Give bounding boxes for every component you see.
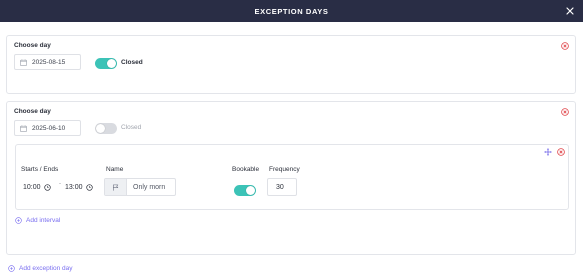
- frequency-input[interactable]: 30: [267, 178, 297, 196]
- flag-addon: [105, 179, 127, 195]
- calendar-icon: [20, 124, 27, 132]
- name-label: Name: [106, 166, 124, 173]
- frequency-label: Frequency: [269, 166, 300, 173]
- remove-interval-icon[interactable]: [557, 148, 565, 156]
- plus-circle-icon: [15, 217, 22, 224]
- exception-day-card: [6, 35, 576, 94]
- time-separator: -: [59, 181, 61, 187]
- remove-circle-icon[interactable]: [561, 108, 569, 116]
- name-value: Only morn: [133, 183, 166, 191]
- plus-circle-icon: [8, 265, 15, 272]
- bookable-toggle[interactable]: [234, 185, 256, 196]
- choose-day-label: Choose day: [14, 42, 51, 49]
- remove-circle-icon[interactable]: [561, 42, 569, 50]
- interval-card: [15, 144, 569, 210]
- name-input-group[interactable]: Only morn: [104, 178, 176, 196]
- clock-icon: [85, 183, 93, 191]
- add-interval-label: Add interval: [26, 217, 61, 224]
- closed-toggle[interactable]: [95, 58, 117, 69]
- add-interval-button[interactable]: Add interval: [15, 217, 60, 224]
- date-input[interactable]: 2025-06-10: [14, 120, 81, 136]
- flag-icon: [113, 184, 119, 191]
- date-value: 2025-08-15: [32, 58, 66, 66]
- end-time-value: 13:00: [65, 183, 83, 191]
- bookable-label: Bookable: [232, 166, 260, 173]
- choose-day-label: Choose day: [14, 108, 51, 115]
- start-time-input[interactable]: 10:00: [23, 179, 51, 195]
- closed-label: Closed: [121, 59, 143, 66]
- end-time-input[interactable]: 13:00: [65, 179, 93, 195]
- starts-ends-label: Starts / Ends: [21, 166, 59, 173]
- add-exception-day-label: Add exception day: [19, 265, 73, 272]
- clock-icon: [43, 183, 51, 191]
- calendar-icon: [20, 58, 27, 66]
- date-input[interactable]: 2025-08-15: [14, 54, 81, 70]
- closed-toggle[interactable]: [95, 123, 117, 134]
- close-icon[interactable]: [565, 6, 575, 16]
- closed-label: Closed: [121, 124, 142, 131]
- dialog-header: EXCEPTION DAYS: [0, 0, 583, 22]
- move-icon[interactable]: [544, 148, 552, 156]
- dialog-title: EXCEPTION DAYS: [254, 6, 329, 16]
- add-exception-day-button[interactable]: Add exception day: [8, 265, 72, 272]
- start-time-value: 10:00: [23, 183, 41, 191]
- date-value: 2025-06-10: [32, 124, 66, 132]
- frequency-value: 30: [276, 183, 284, 191]
